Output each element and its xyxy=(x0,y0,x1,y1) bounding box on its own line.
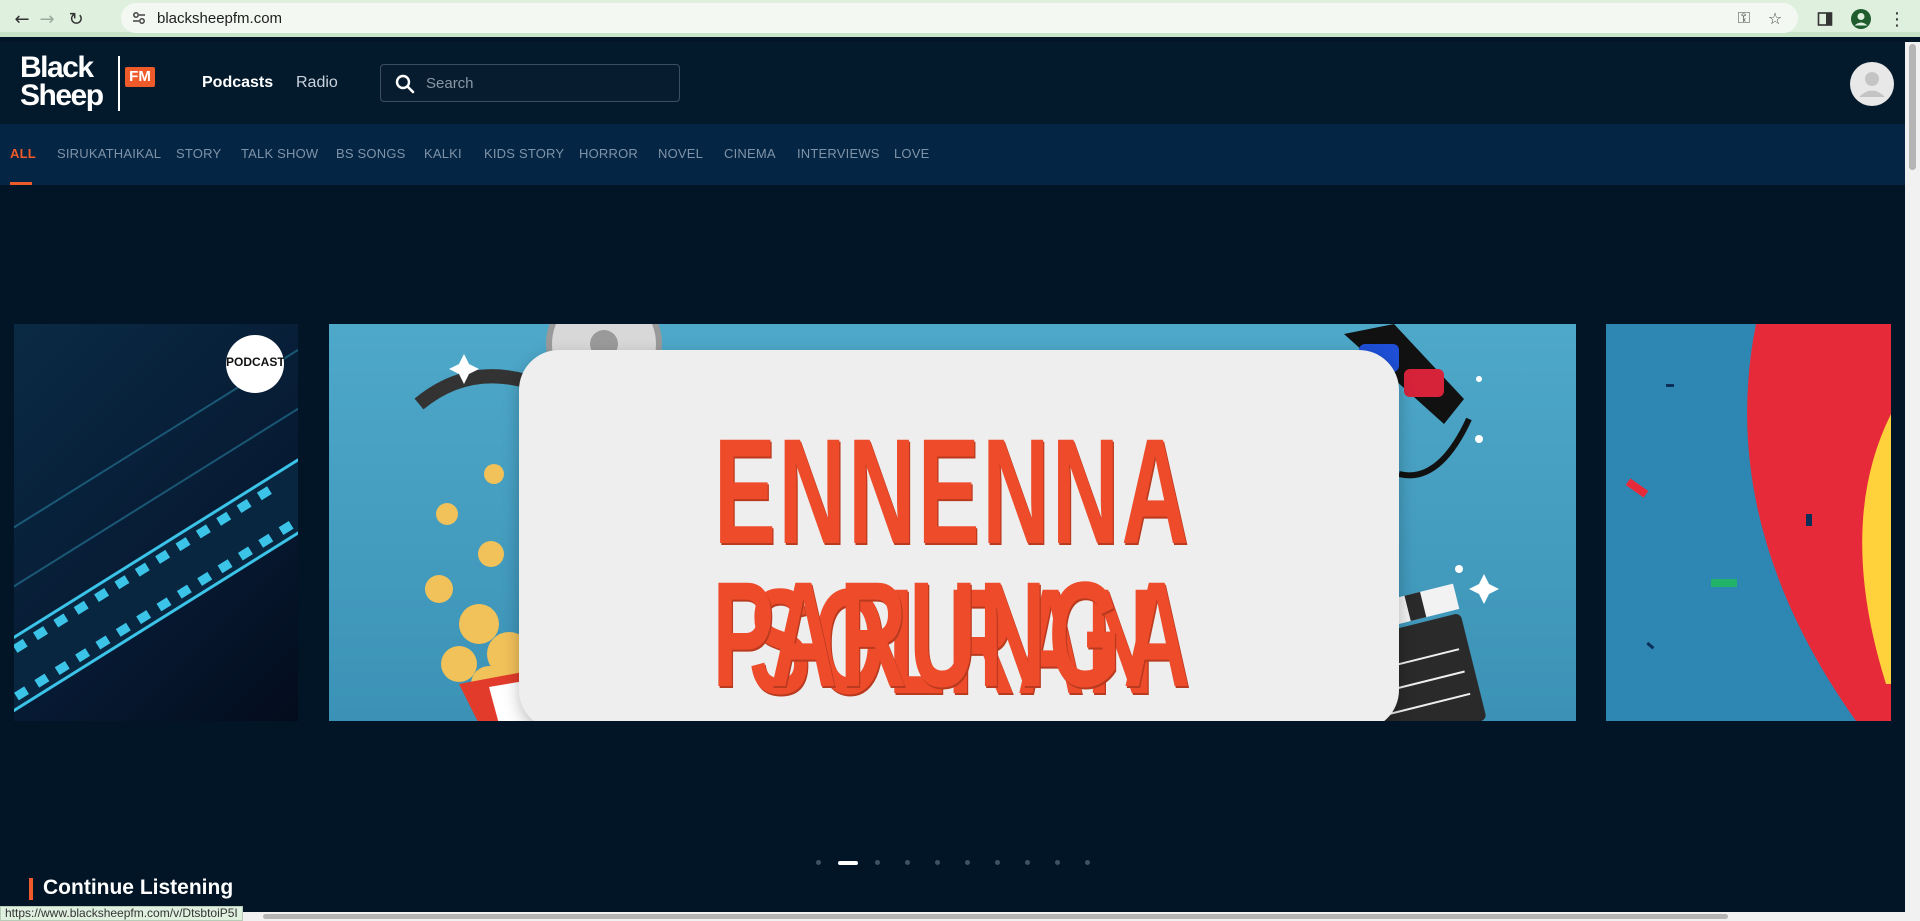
category-cinema[interactable]: CINEMA xyxy=(724,146,776,161)
carousel-dot-7[interactable] xyxy=(995,860,1000,865)
logo-fm-badge: FM xyxy=(125,67,155,87)
address-bar[interactable]: blacksheepfm.com ⚿ ☆ xyxy=(121,3,1798,33)
active-category-indicator xyxy=(10,182,32,185)
carousel-dot-6[interactable] xyxy=(965,860,970,865)
podcast-badge-text: PODCAST xyxy=(226,355,285,369)
bookmark-star-icon[interactable]: ☆ xyxy=(1764,7,1786,29)
category-bs-songs[interactable]: BS SONGS xyxy=(336,146,406,161)
podcast-badge-logo: PODCAST xyxy=(226,335,285,393)
vertical-scrollbar-thumb[interactable] xyxy=(1909,44,1916,170)
blacksheep-fm-logo[interactable]: Black Sheep FM xyxy=(18,52,158,114)
carousel-dot-10[interactable] xyxy=(1085,860,1090,865)
site-header: Black Sheep FM Podcasts Radio xyxy=(0,42,1905,124)
category-all[interactable]: ALL xyxy=(10,146,36,161)
category-talk-show[interactable]: TALK SHOW xyxy=(241,146,318,161)
reload-icon[interactable]: ↻ xyxy=(63,6,89,32)
continue-listening-heading: Continue Listening xyxy=(43,876,234,899)
logo-divider xyxy=(118,56,120,111)
carousel-dot-8[interactable] xyxy=(1025,860,1030,865)
category-novel[interactable]: NOVEL xyxy=(658,146,703,161)
nav-radio[interactable]: Radio xyxy=(296,74,338,92)
category-sirukathaikal[interactable]: SIRUKATHAIKAL xyxy=(57,146,161,161)
category-interviews[interactable]: INTERVIEWS xyxy=(797,146,880,161)
address-text[interactable]: blacksheepfm.com xyxy=(157,10,282,27)
password-key-icon[interactable]: ⚿ xyxy=(1733,7,1755,29)
vertical-scrollbar[interactable] xyxy=(1905,42,1920,921)
forward-icon[interactable]: → xyxy=(34,6,60,32)
search-icon[interactable] xyxy=(395,74,415,94)
section-accent-bar xyxy=(29,878,33,900)
user-avatar[interactable] xyxy=(1850,62,1894,106)
category-love[interactable]: LOVE xyxy=(894,146,929,161)
category-kids-story[interactable]: KIDS STORY xyxy=(484,146,564,161)
carousel-slide-current[interactable]: ENNENNA SOLRAN PARUNGA xyxy=(329,324,1576,721)
search-box[interactable] xyxy=(380,64,680,102)
carousel-slide-next[interactable] xyxy=(1606,324,1891,721)
menu-kebab-icon[interactable]: ⋮ xyxy=(1884,6,1910,32)
browser-toolbar: ← → ↻ blacksheepfm.com ⚿ ☆ ⋮ xyxy=(0,0,1920,37)
next-slide-artwork xyxy=(1625,324,1891,721)
horizontal-scrollbar-thumb[interactable] xyxy=(263,914,1728,919)
link-status-bubble: https://www.blacksheepfm.com/v/DtsbtoiP5… xyxy=(0,906,243,921)
category-tabs: ALL SIRUKATHAIKAL STORY TALK SHOW BS SON… xyxy=(0,124,1905,185)
banner-title-line-2: PARUNGA xyxy=(712,550,1193,718)
carousel-dot-4[interactable] xyxy=(905,860,910,865)
carousel-dot-3[interactable] xyxy=(875,860,880,865)
site-info-icon[interactable] xyxy=(131,10,147,26)
back-icon[interactable]: ← xyxy=(9,6,35,32)
category-kalki[interactable]: KALKI xyxy=(424,146,462,161)
profile-icon[interactable] xyxy=(1848,6,1874,32)
search-input[interactable] xyxy=(426,73,666,93)
carousel-dot-1[interactable] xyxy=(816,860,821,865)
carousel-slide-previous[interactable]: PODCAST xyxy=(14,324,298,721)
logo-word-sheep: Sheep xyxy=(20,79,104,112)
user-silhouette-icon xyxy=(1859,72,1885,97)
carousel-dot-9[interactable] xyxy=(1055,860,1060,865)
logo-word-black: Black xyxy=(20,51,94,84)
carousel-dot-2[interactable] xyxy=(838,861,858,865)
horizontal-scrollbar[interactable] xyxy=(0,912,1905,921)
side-panel-icon[interactable] xyxy=(1812,6,1838,32)
nav-podcasts[interactable]: Podcasts xyxy=(202,74,273,92)
category-horror[interactable]: HORROR xyxy=(579,146,638,161)
carousel-dot-5[interactable] xyxy=(935,860,940,865)
category-story[interactable]: STORY xyxy=(176,146,221,161)
